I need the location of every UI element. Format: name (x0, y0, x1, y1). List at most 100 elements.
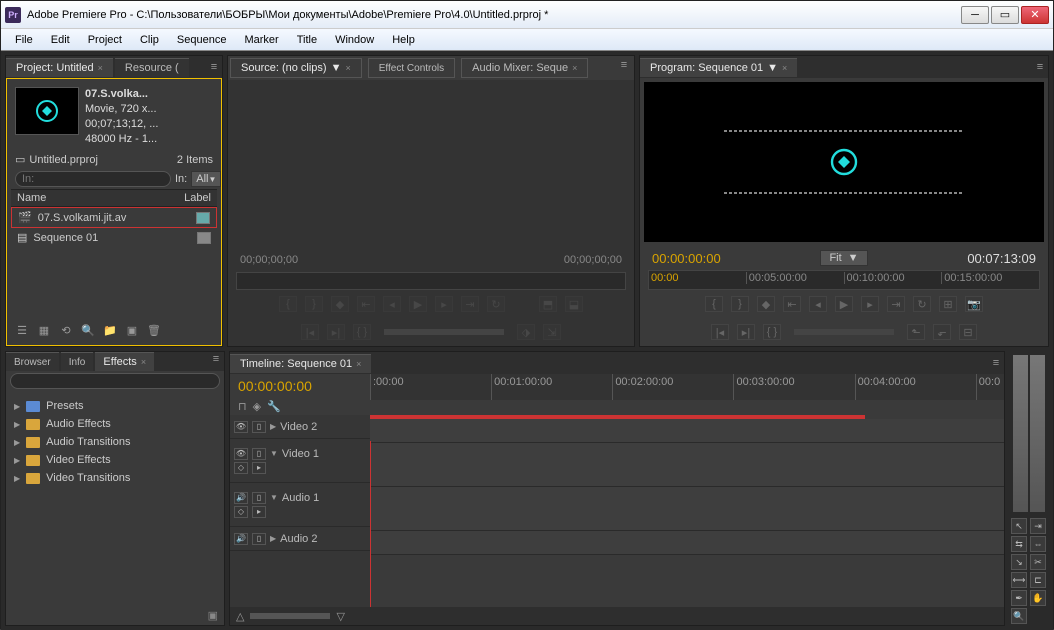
panel-menu-icon[interactable]: ≡ (1032, 60, 1048, 74)
tab-info[interactable]: Info (61, 352, 94, 371)
in-out-icon[interactable]: { } (763, 324, 781, 340)
find-icon[interactable]: 🔍 (81, 323, 95, 337)
col-label[interactable]: Label (184, 192, 211, 204)
tab-timeline[interactable]: Timeline: Sequence 01× (230, 354, 371, 373)
tab-effects[interactable]: Effects× (95, 352, 154, 371)
menu-title[interactable]: Title (289, 32, 325, 48)
zoom-tool[interactable]: 🔍 (1011, 608, 1027, 624)
set-in-icon[interactable]: { (279, 296, 297, 312)
search-input[interactable] (15, 171, 171, 187)
wrench-icon[interactable]: 🔧 (267, 400, 281, 413)
new-item-icon[interactable]: ▣ (125, 323, 139, 337)
effects-folder-audio-effects[interactable]: ▶Audio Effects (12, 415, 218, 433)
track-select-tool[interactable]: ⇥ (1030, 518, 1046, 534)
keyframe-icon[interactable]: ◇ (234, 506, 248, 518)
label-swatch[interactable] (197, 232, 211, 244)
track-opt-icon[interactable]: ▸ (252, 506, 266, 518)
razor-tool[interactable]: ✂ (1030, 554, 1046, 570)
minimize-button[interactable]: ─ (961, 6, 989, 24)
step-fwd-icon[interactable]: ▸ (861, 296, 879, 312)
menu-edit[interactable]: Edit (43, 32, 78, 48)
lock-icon[interactable]: ▯ (252, 533, 266, 545)
panel-menu-icon[interactable]: ≡ (208, 352, 224, 366)
set-in-icon[interactable]: { (705, 296, 723, 312)
menu-marker[interactable]: Marker (236, 32, 286, 48)
goto-out-icon[interactable]: ⇥ (461, 296, 479, 312)
set-out-icon[interactable]: } (731, 296, 749, 312)
tab-effect-controls[interactable]: Effect Controls (368, 58, 455, 78)
goto-in-icon[interactable]: ⇤ (357, 296, 375, 312)
step-fwd-icon[interactable]: ▸ (435, 296, 453, 312)
slip-tool[interactable]: ⟷ (1011, 572, 1027, 588)
insert-icon[interactable]: ⬒ (539, 296, 557, 312)
eye-icon[interactable]: 👁 (234, 421, 248, 433)
close-icon[interactable]: × (98, 63, 103, 73)
tab-resource[interactable]: Resource ( (115, 58, 189, 77)
source-tc-out[interactable]: 00;00;00;00 (564, 254, 622, 266)
panel-menu-icon[interactable]: ≡ (206, 60, 222, 74)
extract-icon[interactable]: ⬐ (933, 324, 951, 340)
pen-tool[interactable]: ✒ (1011, 590, 1027, 606)
close-button[interactable]: ✕ (1021, 6, 1049, 24)
track-header-video2[interactable]: 👁▯ ▶Video 2 (230, 415, 370, 439)
menu-sequence[interactable]: Sequence (169, 32, 235, 48)
rolling-tool[interactable]: ⇔ (1030, 536, 1046, 552)
jog-slider[interactable] (794, 329, 894, 335)
source-tc-in[interactable]: 00;00;00;00 (240, 254, 298, 266)
track-header-audio2[interactable]: 🔊▯ ▶Audio 2 (230, 527, 370, 551)
new-bin-icon[interactable]: ▣ (208, 609, 218, 623)
timeline-tracks[interactable] (370, 415, 1004, 607)
ripple-tool[interactable]: ⇆ (1011, 536, 1027, 552)
prev-edit-icon[interactable]: |◂ (711, 324, 729, 340)
tab-audio-mixer[interactable]: Audio Mixer: Seque× (461, 58, 588, 78)
playhead[interactable] (370, 441, 371, 607)
tab-program[interactable]: Program: Sequence 01▼× (640, 58, 797, 77)
set-out-icon[interactable]: } (305, 296, 323, 312)
speaker-icon[interactable]: 🔊 (234, 492, 248, 504)
hand-tool[interactable]: ✋ (1030, 590, 1046, 606)
label-swatch[interactable] (196, 212, 210, 224)
timeline-ruler[interactable]: :00:00 00:01:00:00 00:02:00:00 00:03:00:… (370, 374, 1004, 400)
source-ruler[interactable] (236, 272, 626, 290)
lock-icon[interactable]: ▯ (252, 448, 266, 460)
lock-icon[interactable]: ▯ (252, 492, 266, 504)
program-tc-current[interactable]: 00:00:00:00 (652, 251, 721, 266)
loop-icon[interactable]: ↻ (487, 296, 505, 312)
loop-icon[interactable]: ↻ (913, 296, 931, 312)
track-opt-icon[interactable]: ▸ (252, 462, 266, 474)
in-out-icon[interactable]: { } (353, 324, 371, 340)
close-icon[interactable]: × (141, 357, 146, 367)
effects-folder-presets[interactable]: ▶Presets (12, 397, 218, 415)
tab-project[interactable]: Project: Untitled× (6, 58, 113, 77)
lock-icon[interactable]: ▯ (252, 421, 266, 433)
panel-menu-icon[interactable]: ≡ (988, 356, 1004, 370)
menu-project[interactable]: Project (80, 32, 130, 48)
play-icon[interactable]: ▶ (409, 296, 427, 312)
speaker-icon[interactable]: 🔊 (234, 533, 248, 545)
program-monitor[interactable] (644, 82, 1044, 242)
keyframe-icon[interactable]: ◇ (234, 462, 248, 474)
list-item[interactable]: ▤ Sequence 01 (11, 228, 217, 247)
rate-tool[interactable]: ↘ (1011, 554, 1027, 570)
marker-icon[interactable]: ◈ (253, 400, 261, 413)
marker-icon[interactable]: ◆ (757, 296, 775, 312)
jog-slider[interactable] (384, 329, 504, 335)
next-edit-icon[interactable]: ▸| (737, 324, 755, 340)
eye-icon[interactable]: 👁 (234, 448, 248, 460)
menu-help[interactable]: Help (384, 32, 423, 48)
overwrite-icon[interactable]: ⬓ (565, 296, 583, 312)
safe-margin-icon[interactable]: ⊞ (939, 296, 957, 312)
marker-icon[interactable]: ◆ (331, 296, 349, 312)
play-icon[interactable]: ▶ (835, 296, 853, 312)
maximize-button[interactable]: ▭ (991, 6, 1019, 24)
tab-source[interactable]: Source: (no clips)▼× (230, 58, 362, 78)
export-icon[interactable]: ⇲ (543, 324, 561, 340)
menu-file[interactable]: File (7, 32, 41, 48)
effects-folder-video-effects[interactable]: ▶Video Effects (12, 451, 218, 469)
timeline-tc[interactable]: 00:00:00:00 (230, 374, 370, 398)
track-header-audio1[interactable]: 🔊▯▼Audio 1 ◇▸ (230, 483, 370, 527)
effects-search-input[interactable] (10, 373, 220, 389)
track-header-video1[interactable]: 👁▯▼Video 1 ◇▸ (230, 439, 370, 483)
slide-tool[interactable]: ⊏ (1030, 572, 1046, 588)
icon-view-icon[interactable]: ▦ (37, 323, 51, 337)
